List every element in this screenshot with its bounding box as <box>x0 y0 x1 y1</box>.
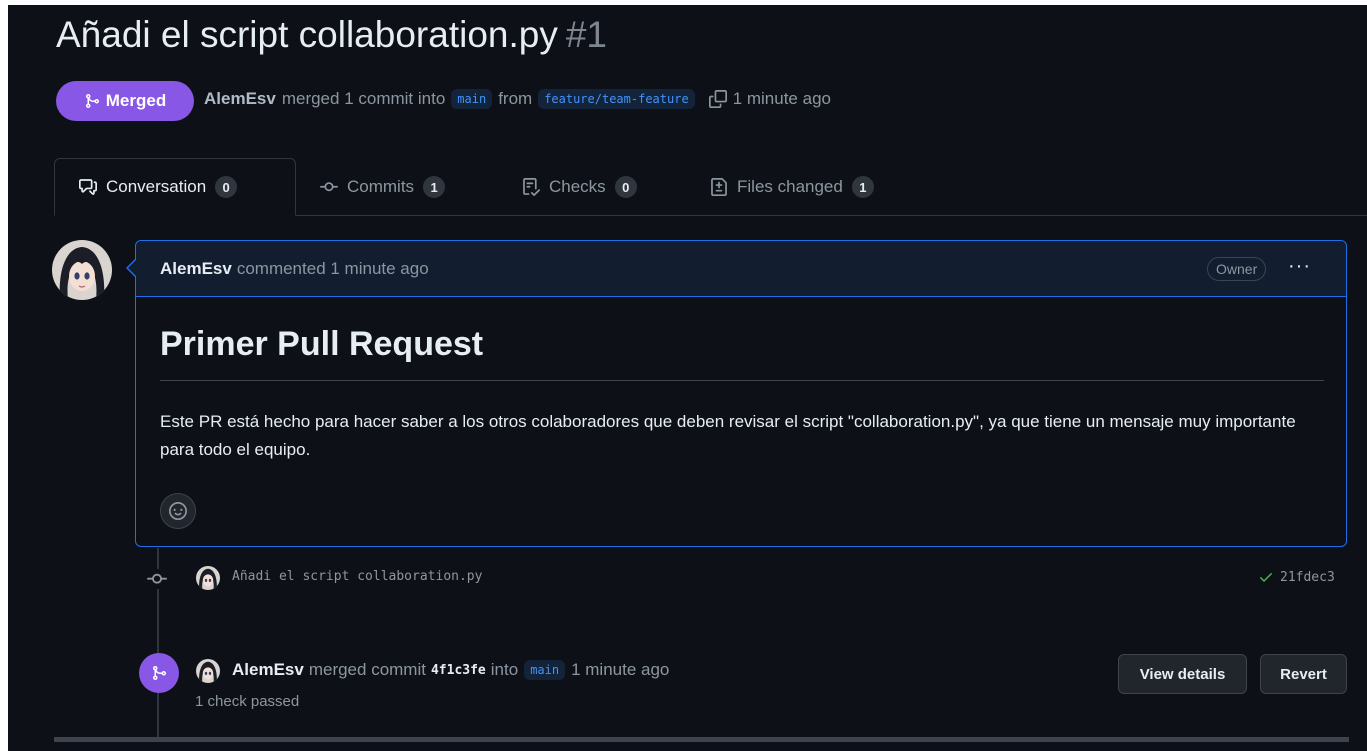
tab-files-changed-count: 1 <box>851 176 874 198</box>
pr-title: Añadi el script collaboration.py #1 <box>56 14 607 56</box>
checks-status: 1 check passed <box>195 693 300 710</box>
revert-button[interactable]: Revert <box>1260 654 1347 694</box>
comment-header: AlemEsv commented 1 minute ago Owner ··· <box>136 241 1346 297</box>
merge-branch-link[interactable]: main <box>524 660 566 680</box>
merger-avatar[interactable] <box>196 659 220 683</box>
tab-conversation-label: Conversation <box>106 177 207 196</box>
pr-merged-text: merged 1 commit into <box>281 89 446 108</box>
tab-checks[interactable]: Checks 0 <box>522 158 637 216</box>
git-commit-icon <box>147 569 167 594</box>
merged-state-badge: Merged <box>56 81 194 121</box>
check-icon[interactable] <box>1258 569 1274 585</box>
tab-commits-count: 1 <box>423 176 446 198</box>
merge-event-badge <box>139 653 179 693</box>
checklist-icon <box>523 178 540 196</box>
base-branch-link[interactable]: main <box>451 89 493 109</box>
tab-commits[interactable]: Commits 1 <box>320 158 446 216</box>
git-merge-icon <box>85 94 99 108</box>
git-commit-icon <box>320 182 338 192</box>
merge-action-text: merged commit <box>308 660 426 679</box>
comment-heading: Primer Pull Request <box>160 325 484 363</box>
tab-commits-label: Commits <box>347 177 415 196</box>
heading-divider <box>160 380 1324 381</box>
pr-tabs: Conversation 0 Commits 1 Checks 0 Files … <box>54 158 1367 216</box>
pr-from-text: from <box>498 89 533 108</box>
commit-author-avatar[interactable] <box>196 566 220 590</box>
window-frame-top <box>0 0 1367 5</box>
commit-sha-group: 21fdec3 <box>1258 569 1335 585</box>
tab-checks-count: 0 <box>614 176 637 198</box>
pr-meta: AlemEsv merged 1 commit into main from f… <box>204 89 831 109</box>
merge-author-link[interactable]: AlemEsv <box>232 660 304 680</box>
tab-conversation[interactable]: Conversation 0 <box>54 158 296 216</box>
comment-timestamp[interactable]: commented 1 minute ago <box>237 259 429 278</box>
merge-event-text: AlemEsv merged commit 4f1c3fe into main … <box>232 660 669 680</box>
section-divider <box>54 737 1349 742</box>
comment-author-line: AlemEsv commented 1 minute ago <box>160 259 429 279</box>
merge-commit-sha-link[interactable]: 4f1c3fe <box>431 663 486 678</box>
tab-conversation-count: 0 <box>215 176 238 198</box>
comment-author-link[interactable]: AlemEsv <box>160 259 232 278</box>
merged-state-label: Merged <box>105 91 167 110</box>
tab-checks-label: Checks <box>549 177 606 196</box>
merge-time[interactable]: 1 minute ago <box>571 660 669 680</box>
tab-files-changed[interactable]: Files changed 1 <box>710 158 874 216</box>
comment-body: Este PR está hecho para hacer saber a lo… <box>160 412 1296 459</box>
file-diff-icon <box>711 178 727 196</box>
add-reaction-button[interactable] <box>160 493 196 529</box>
window-frame-left <box>0 0 8 751</box>
pr-number: #1 <box>565 14 607 55</box>
owner-badge: Owner <box>1207 257 1267 281</box>
pr-title-text: Añadi el script collaboration.py <box>56 14 558 55</box>
avatar[interactable] <box>52 240 112 300</box>
pr-description-comment: AlemEsv commented 1 minute ago Owner ··· … <box>126 240 1347 547</box>
tab-files-changed-label: Files changed <box>737 177 843 196</box>
kebab-menu-icon[interactable]: ··· <box>1288 255 1311 278</box>
copy-icon[interactable] <box>708 90 727 108</box>
merge-into-text: into <box>490 660 519 679</box>
head-branch-link[interactable]: feature/team-feature <box>538 89 695 109</box>
pr-author-link[interactable]: AlemEsv <box>204 89 276 109</box>
smiley-icon <box>169 502 187 520</box>
view-details-button[interactable]: View details <box>1118 654 1247 694</box>
pr-time: 1 minute ago <box>732 89 831 108</box>
commit-message-link[interactable]: Añadi el script collaboration.py <box>232 569 482 584</box>
commit-sha-link[interactable]: 21fdec3 <box>1280 570 1335 585</box>
git-merge-icon <box>153 666 167 680</box>
comment-discussion-icon <box>79 179 97 195</box>
